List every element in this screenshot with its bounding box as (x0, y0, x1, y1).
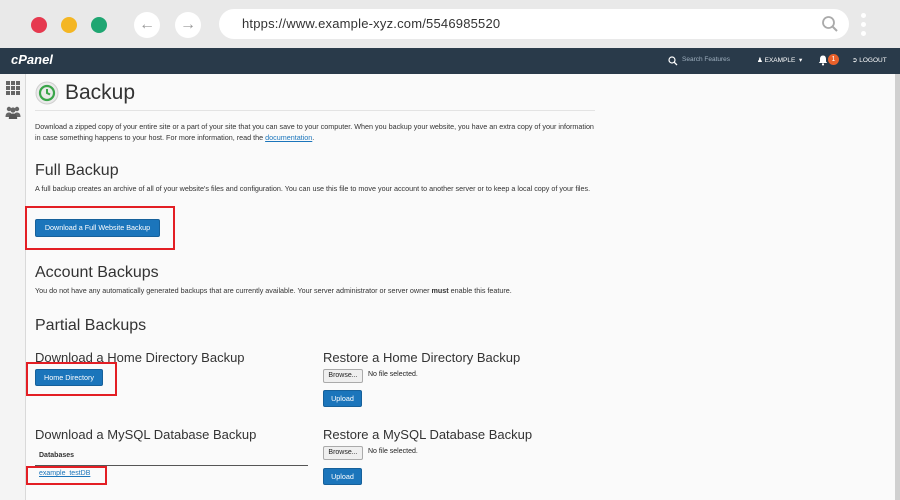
username: EXAMPLE (764, 57, 796, 64)
close-window-button[interactable] (31, 17, 47, 33)
search-features-input[interactable]: Search Features (682, 56, 730, 63)
minimize-window-button[interactable] (61, 17, 77, 33)
divider (35, 110, 595, 111)
maximize-window-button[interactable] (91, 17, 107, 33)
full-backup-description: A full backup creates an archive of all … (35, 184, 591, 193)
main-content: Backup Download a zipped copy of your en… (25, 74, 900, 500)
home-upload-button[interactable]: Upload (323, 390, 362, 407)
intro-end: . (312, 132, 315, 142)
logout-label: LOGOUT (859, 57, 887, 64)
search-icon (668, 56, 678, 66)
home-restore-heading: Restore a Home Directory Backup (323, 350, 521, 365)
documentation-link[interactable]: documentation (265, 133, 312, 142)
mysql-upload-button[interactable]: Upload (323, 468, 362, 485)
download-full-backup-button[interactable]: Download a Full Website Backup (35, 219, 160, 237)
mysql-browse-button[interactable]: Browse... (323, 446, 363, 460)
forward-button[interactable]: → (175, 12, 201, 38)
user-menu[interactable]: ♟ EXAMPLE ▾ (757, 56, 802, 64)
home-file-status: No file selected. (368, 371, 418, 378)
account-backups-emphasis: must (431, 286, 449, 295)
account-backups-description: You do not have any automatically genera… (35, 286, 600, 297)
url-text[interactable]: htpps://www.example-xyz.com/5546985520 (242, 16, 500, 31)
full-backup-heading: Full Backup (35, 162, 119, 179)
cpanel-header: cPanel Search Features ♟ EXAMPLE ▾ 1 ➲ L… (0, 48, 900, 74)
browser-menu-icon[interactable] (861, 13, 867, 37)
database-link[interactable]: example_testDB (39, 470, 90, 477)
mysql-download-heading: Download a MySQL Database Backup (35, 427, 257, 442)
users-icon[interactable] (5, 104, 21, 120)
scrollbar[interactable] (895, 74, 900, 500)
cpanel-logo[interactable]: cPanel (11, 52, 53, 67)
notification-badge: 1 (828, 54, 839, 65)
sidebar (0, 74, 26, 500)
mysql-file-status: No file selected. (368, 448, 418, 455)
logout-icon: ➲ (852, 57, 858, 64)
account-backups-heading: Account Backups (35, 264, 159, 281)
databases-table-header: Databases (35, 449, 308, 466)
arrow-right-icon: → (180, 16, 196, 33)
user-icon: ♟ (757, 57, 763, 64)
home-browse-button[interactable]: Browse... (323, 369, 363, 383)
browser-chrome: ← → htpps://www.example-xyz.com/55469855… (0, 0, 900, 48)
backup-icon (35, 81, 59, 105)
notifications-button[interactable]: 1 (818, 54, 840, 68)
intro-body: Download a zipped copy of your entire si… (35, 122, 594, 142)
grid-icon[interactable] (5, 80, 21, 96)
back-button[interactable]: ← (134, 12, 160, 38)
mysql-restore-heading: Restore a MySQL Database Backup (323, 427, 533, 442)
search-icon[interactable] (821, 15, 839, 33)
intro-text: Download a zipped copy of your entire si… (35, 122, 595, 143)
logout-button[interactable]: ➲ LOGOUT (852, 56, 887, 64)
bell-icon (818, 55, 828, 66)
account-backups-text-end: enable this feature. (448, 286, 512, 295)
databases-column-label: Databases (39, 452, 75, 459)
address-bar[interactable]: htpps://www.example-xyz.com/5546985520 (219, 9, 849, 39)
arrow-left-icon: ← (139, 16, 155, 33)
feature-search[interactable]: Search Features (662, 48, 746, 74)
caret-down-icon: ▾ (797, 57, 803, 64)
home-directory-button[interactable]: Home Directory (35, 369, 103, 386)
page-title: Backup (65, 81, 136, 104)
account-backups-text: You do not have any automatically genera… (35, 286, 432, 295)
partial-backups-heading: Partial Backups (35, 317, 147, 334)
